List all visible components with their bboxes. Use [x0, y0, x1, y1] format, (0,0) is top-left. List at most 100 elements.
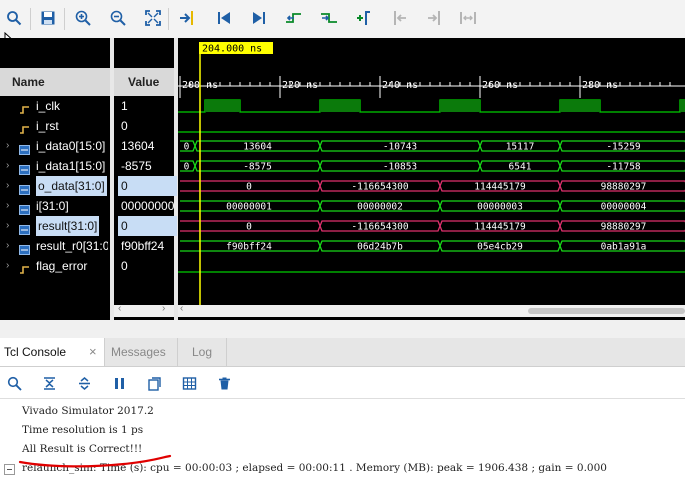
clock-high-fill: [560, 100, 600, 112]
signal-row-i-clk[interactable]: i_clk: [0, 96, 108, 116]
next-marker-icon[interactable]: [424, 8, 444, 28]
clock-high-fill: [205, 100, 240, 112]
wave-horizontal-scrollbar[interactable]: ‹: [178, 303, 685, 317]
go-to-time-zero-icon[interactable]: [214, 8, 234, 28]
table-view-icon[interactable]: [180, 374, 198, 392]
expand-chevron-icon[interactable]: ›: [6, 176, 9, 196]
bus-signal-icon: [19, 221, 30, 235]
bus-value-label: 00000004: [601, 202, 647, 213]
signal-value: -8575: [121, 159, 152, 173]
expand-chevron-icon[interactable]: ›: [6, 256, 9, 276]
signal-name: i_data1[15:0]: [36, 159, 106, 173]
previous-marker-icon[interactable]: [390, 8, 410, 28]
bus-signal-icon: [19, 141, 30, 155]
name-column-header[interactable]: Name: [0, 68, 110, 96]
bus-value-label: 0: [184, 142, 190, 153]
bit-waveform: [178, 99, 685, 113]
search-icon[interactable]: [5, 374, 23, 392]
signal-row-i-rst[interactable]: i_rst: [0, 116, 108, 136]
signal-row-i-data1[interactable]: › i_data1[15:0]: [0, 156, 108, 176]
bus-value-label: -116654300: [351, 182, 408, 193]
bus-value-label: 0ab1a91a: [601, 242, 647, 253]
bus-signal-icon: [19, 161, 30, 175]
signal-value: 0: [121, 259, 128, 273]
console-line: Time resolution is 1 ps: [22, 424, 144, 436]
bus-value-label: 06d24b7b: [357, 242, 403, 253]
signal-row-result-r0[interactable]: › result_r0[31:0]: [0, 236, 108, 256]
bus-value-label: 98880297: [601, 222, 647, 233]
expand-all-icon[interactable]: [75, 374, 93, 392]
expand-chevron-icon[interactable]: ›: [6, 136, 9, 156]
signal-value: 0: [118, 216, 177, 236]
bus-value-label: -10743: [383, 142, 417, 153]
zoom-out-icon[interactable]: [108, 8, 128, 28]
tab-log[interactable]: Log: [178, 338, 227, 366]
bus-value-label: 98880297: [601, 182, 647, 193]
save-icon[interactable]: [38, 8, 58, 28]
bus-value-label: 00000001: [226, 202, 272, 213]
scrollbar-thumb[interactable]: [528, 308, 685, 314]
bus-value-label: 114445179: [474, 182, 526, 193]
scroll-left-icon[interactable]: ‹: [118, 303, 121, 314]
clock-high-fill: [320, 100, 360, 112]
expand-chevron-icon[interactable]: ›: [6, 216, 9, 236]
scroll-right-icon[interactable]: ›: [162, 303, 165, 314]
signal-row-o-data[interactable]: › o_data[31:0]: [0, 176, 108, 196]
go-to-cursor-icon[interactable]: [178, 8, 198, 28]
bus-value-label: 0: [246, 182, 252, 193]
toolbar-separator: [30, 8, 31, 30]
collapse-all-icon[interactable]: [40, 374, 58, 392]
bus-signal-icon: [19, 181, 30, 195]
go-to-last-time-icon[interactable]: [249, 8, 269, 28]
trash-icon[interactable]: [215, 374, 233, 392]
bus-value-label: 0: [184, 162, 190, 173]
signal-row-i[interactable]: › i[31:0]: [0, 196, 108, 216]
expand-chevron-icon[interactable]: ›: [6, 236, 9, 256]
next-transition-icon[interactable]: [319, 8, 339, 28]
bit-signal-icon: [19, 101, 30, 114]
signal-row-result[interactable]: › result[31:0]: [0, 216, 108, 236]
value-column-header[interactable]: Value: [114, 68, 174, 96]
bus-value-label: 13604: [243, 142, 272, 153]
search-icon[interactable]: [4, 8, 24, 28]
signal-name: i_data0[15:0]: [36, 139, 106, 153]
signal-name: flag_error: [36, 259, 88, 273]
value-horizontal-scrollbar[interactable]: ‹ ›: [114, 303, 174, 317]
bus-value-label: f90bff24: [226, 242, 272, 253]
clock-high-fill: [680, 100, 685, 112]
tab-label: Messages: [111, 345, 166, 359]
console-output[interactable]: Vivado Simulator 2017.2 Time resolution …: [0, 400, 685, 492]
signal-value: 0: [118, 176, 177, 196]
bus-value-label: -116654300: [351, 222, 408, 233]
add-marker-icon[interactable]: [354, 8, 374, 28]
expand-chevron-icon[interactable]: ›: [6, 156, 9, 176]
divider: [0, 398, 685, 399]
bus-value-label: 114445179: [474, 222, 526, 233]
pause-output-icon[interactable]: [110, 374, 128, 392]
signal-row-flag-error[interactable]: › flag_error: [0, 256, 108, 276]
copy-icon[interactable]: [145, 374, 163, 392]
waveform-toolbar: [0, 0, 685, 39]
red-underline-annotation: [18, 454, 172, 468]
tab-tcl-console[interactable]: Tcl Console ×: [0, 338, 105, 366]
previous-transition-icon[interactable]: [284, 8, 304, 28]
name-scroll-area: [0, 305, 110, 317]
bit-signal-icon: [19, 261, 30, 274]
zoom-in-icon[interactable]: [73, 8, 93, 28]
swap-cursors-icon[interactable]: [458, 8, 478, 28]
close-icon[interactable]: ×: [89, 338, 97, 366]
tab-messages[interactable]: Messages: [105, 338, 178, 366]
signal-value: 0: [121, 119, 128, 133]
console-top-gap: [0, 320, 685, 338]
bus-signal-icon: [19, 201, 30, 215]
bus-value-label: 00000002: [357, 202, 403, 213]
bit-signal-icon: [19, 121, 30, 134]
expand-chevron-icon[interactable]: ›: [6, 196, 9, 216]
bus-value-label: -15259: [606, 142, 641, 153]
tab-label: Tcl Console: [4, 345, 67, 359]
signal-row-i-data0[interactable]: › i_data0[15:0]: [0, 136, 108, 156]
signal-value: 1: [121, 99, 128, 113]
bus-value-label: -10853: [383, 162, 417, 173]
zoom-fit-icon[interactable]: [143, 8, 163, 28]
waveform-canvas[interactable]: 204.000 ns200 ns 220 ns 240 ns 260 ns 280 ns…: [178, 38, 685, 305]
